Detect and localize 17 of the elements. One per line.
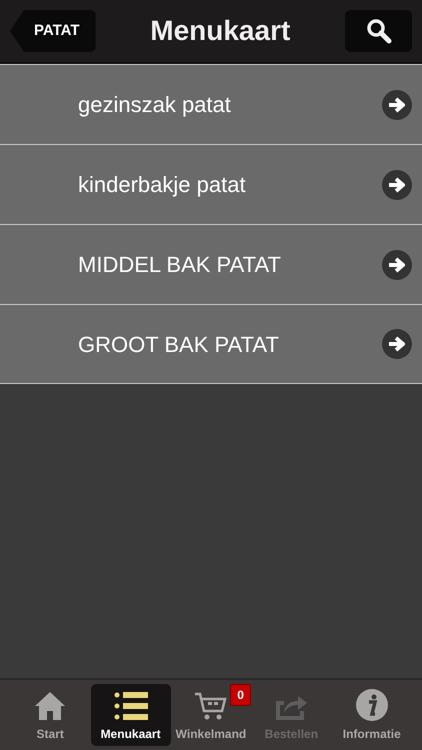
cart-icon [194,691,228,721]
screen-title: Menukaart [150,14,290,48]
list-icon [114,691,148,721]
home-icon [34,691,66,721]
menu-item[interactable]: kinderbakje patat [0,144,422,224]
search-button[interactable] [345,10,412,52]
tab[interactable]: Winkelmand 0 [170,684,251,746]
tab[interactable]: Start [10,684,90,746]
tab[interactable]: Informatie [332,684,412,746]
info-icon [356,689,388,721]
menu-item[interactable]: GROOT BAK PATAT [0,304,422,384]
menu-item[interactable]: MIDDEL BAK PATAT [0,224,422,304]
tab[interactable]: Menukaart [90,684,171,746]
back-button[interactable]: PATAT [10,10,96,52]
count-badge: 0 [230,684,251,706]
search-icon [366,18,392,44]
menu-item[interactable]: gezinszak patat [0,64,422,144]
